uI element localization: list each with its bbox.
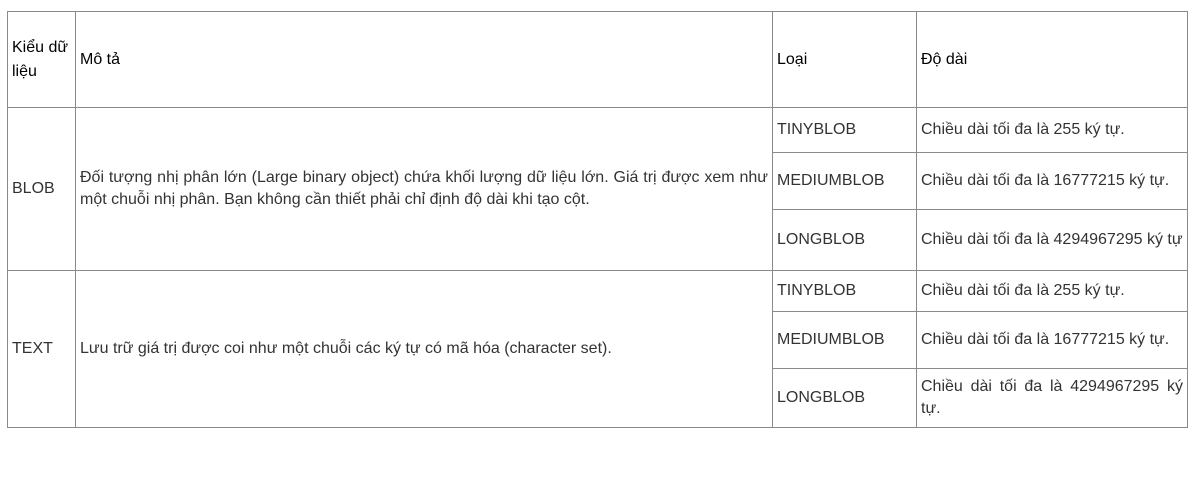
- table-header-row: Kiểu dữ liệu Mô tả Loại Độ dài: [7, 11, 1188, 108]
- header-mo-ta: Mô tả: [75, 11, 773, 108]
- kind-cell: MEDIUMBLOB: [772, 152, 917, 210]
- type-cell-blob: BLOB: [7, 107, 76, 271]
- length-cell: Chiều dài tối đa là 4294967295 ký tự: [916, 209, 1188, 271]
- table-row: TEXT Lưu trữ giá trị được coi như một ch…: [7, 270, 1188, 428]
- length-cell: Chiều dài tối đa là 4294967295 ký tự.: [916, 368, 1188, 428]
- type-cell-text: TEXT: [7, 270, 76, 428]
- kind-cell: LONGBLOB: [772, 368, 917, 428]
- header-kieu-du-lieu: Kiểu dữ liệu: [7, 11, 76, 108]
- kind-cell: LONGBLOB: [772, 209, 917, 271]
- table-row: BLOB Đối tượng nhị phân lớn (Large binar…: [7, 107, 1188, 271]
- kind-cell: TINYBLOB: [772, 270, 917, 312]
- length-cell: Chiều dài tối đa là 16777215 ký tự.: [916, 311, 1188, 369]
- description-cell-text: Lưu trữ giá trị được coi như một chuỗi c…: [75, 270, 773, 428]
- length-cell: Chiều dài tối đa là 255 ký tự.: [916, 107, 1188, 153]
- length-cell: Chiều dài tối đa là 16777215 ký tự.: [916, 152, 1188, 210]
- length-cell: Chiều dài tối đa là 255 ký tự.: [916, 270, 1188, 312]
- kind-cell: MEDIUMBLOB: [772, 311, 917, 369]
- data-types-table: Kiểu dữ liệu Mô tả Loại Độ dài BLOB Đối …: [7, 11, 1188, 428]
- header-loai: Loại: [772, 11, 917, 108]
- description-cell-blob: Đối tượng nhị phân lớn (Large binary obj…: [75, 107, 773, 271]
- kind-cell: TINYBLOB: [772, 107, 917, 153]
- header-do-dai: Độ dài: [916, 11, 1188, 108]
- document-body: Kiểu dữ liệu Mô tả Loại Độ dài BLOB Đối …: [7, 11, 1188, 428]
